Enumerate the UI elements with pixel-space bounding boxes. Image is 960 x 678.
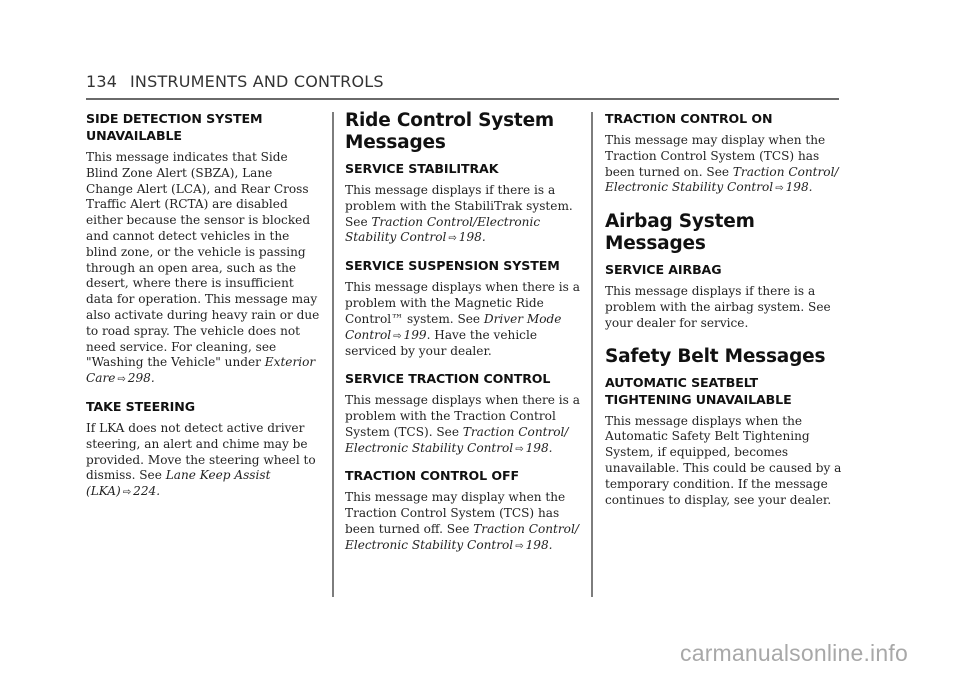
paragraph-take-steering: If LKA does not detect active driver ste… bbox=[86, 421, 322, 501]
heading-line: UNAVAILABLE bbox=[86, 128, 182, 143]
heading-service-traction: SERVICE TRACTION CONTROL bbox=[345, 371, 551, 387]
column-divider bbox=[591, 112, 593, 597]
paragraph-traction-off: This message may display when the Tracti… bbox=[345, 490, 581, 554]
section-heading-airbag: Airbag System Messages bbox=[605, 211, 755, 255]
heading-line: AUTOMATIC SEATBELT bbox=[605, 374, 759, 390]
punctuation: . bbox=[808, 180, 813, 195]
body-text: This message indicates that Side Blind Z… bbox=[86, 150, 320, 370]
heading-traction-off: TRACTION CONTROL OFF bbox=[345, 468, 519, 484]
heading-service-stabilitrak: SERVICE STABILITRAK bbox=[345, 161, 499, 176]
page-ref-arrow-icon: ⇨ bbox=[775, 183, 784, 195]
paragraph-service-suspension: This message displays when there is a pr… bbox=[345, 280, 581, 360]
column-2: Ride Control System Messages SERVICE STA… bbox=[345, 110, 581, 565]
page-number: 134 bbox=[86, 72, 118, 91]
page-ref-arrow-icon: ⇨ bbox=[393, 330, 402, 342]
section-heading-ride-control: Ride Control System Messages bbox=[345, 110, 554, 153]
page-reference[interactable]: 199 bbox=[404, 328, 427, 342]
heading-traction-on: TRACTION CONTROL ON bbox=[605, 111, 773, 126]
punctuation: . bbox=[481, 230, 486, 245]
heading-take-steering: TAKE STEERING bbox=[86, 398, 195, 414]
column-1: SIDE DETECTION SYSTEM UNAVAILABLE This m… bbox=[86, 110, 322, 511]
page-reference[interactable]: 198 bbox=[786, 180, 809, 194]
page-ref-arrow-icon: ⇨ bbox=[448, 233, 457, 245]
section-heading-safety-belt: Safety Belt Messages bbox=[605, 345, 826, 367]
page-ref-arrow-icon: ⇨ bbox=[515, 540, 524, 552]
punctuation: . bbox=[156, 484, 161, 499]
page-ref-arrow-icon: ⇨ bbox=[117, 374, 126, 386]
heading-line: SIDE DETECTION SYSTEM bbox=[86, 111, 263, 126]
paragraph-service-airbag: This message displays if there is a prob… bbox=[605, 284, 831, 330]
page-reference[interactable]: 198 bbox=[526, 538, 549, 552]
punctuation: . bbox=[548, 440, 553, 455]
punctuation: . bbox=[548, 537, 553, 552]
watermark: carmanualsonline.info bbox=[680, 640, 908, 666]
heading-line: TIGHTENING UNAVAILABLE bbox=[605, 391, 792, 407]
heading-side-detection: SIDE DETECTION SYSTEM UNAVAILABLE bbox=[86, 110, 322, 144]
page-ref-arrow-icon: ⇨ bbox=[122, 487, 132, 499]
header-rule bbox=[86, 98, 839, 100]
heading-service-suspension: SERVICE SUSPENSION SYSTEM bbox=[345, 258, 560, 274]
page-reference[interactable]: 298 bbox=[128, 371, 151, 385]
paragraph-service-stabilitrak: This message displays if there is a prob… bbox=[345, 183, 581, 247]
punctuation: . bbox=[150, 371, 155, 386]
paragraph-traction-on: This message may display when the Tracti… bbox=[605, 133, 845, 197]
page-reference[interactable]: 224 bbox=[133, 484, 156, 498]
paragraph-seatbelt-tightening: This message displays when the Automatic… bbox=[605, 413, 842, 507]
heading-service-airbag: SERVICE AIRBAG bbox=[605, 262, 722, 278]
page-reference[interactable]: 198 bbox=[526, 441, 549, 455]
page-ref-arrow-icon: ⇨ bbox=[515, 443, 524, 455]
paragraph-side-detection: This message indicates that Side Blind Z… bbox=[86, 150, 322, 388]
paragraph-service-traction: This message displays when there is a pr… bbox=[345, 393, 581, 457]
section-title: INSTRUMENTS AND CONTROLS bbox=[130, 72, 384, 91]
page-header: 134 INSTRUMENTS AND CONTROLS bbox=[86, 72, 384, 91]
cross-reference-link[interactable]: Traction Control/Electronic Stability Co… bbox=[345, 215, 540, 245]
heading-seatbelt-tightening: AUTOMATIC SEATBELT TIGHTENING UNAVAILABL… bbox=[605, 374, 845, 408]
page-reference[interactable]: 198 bbox=[459, 230, 482, 244]
column-3: TRACTION CONTROL ON This message may dis… bbox=[605, 110, 845, 518]
column-divider bbox=[332, 112, 334, 597]
